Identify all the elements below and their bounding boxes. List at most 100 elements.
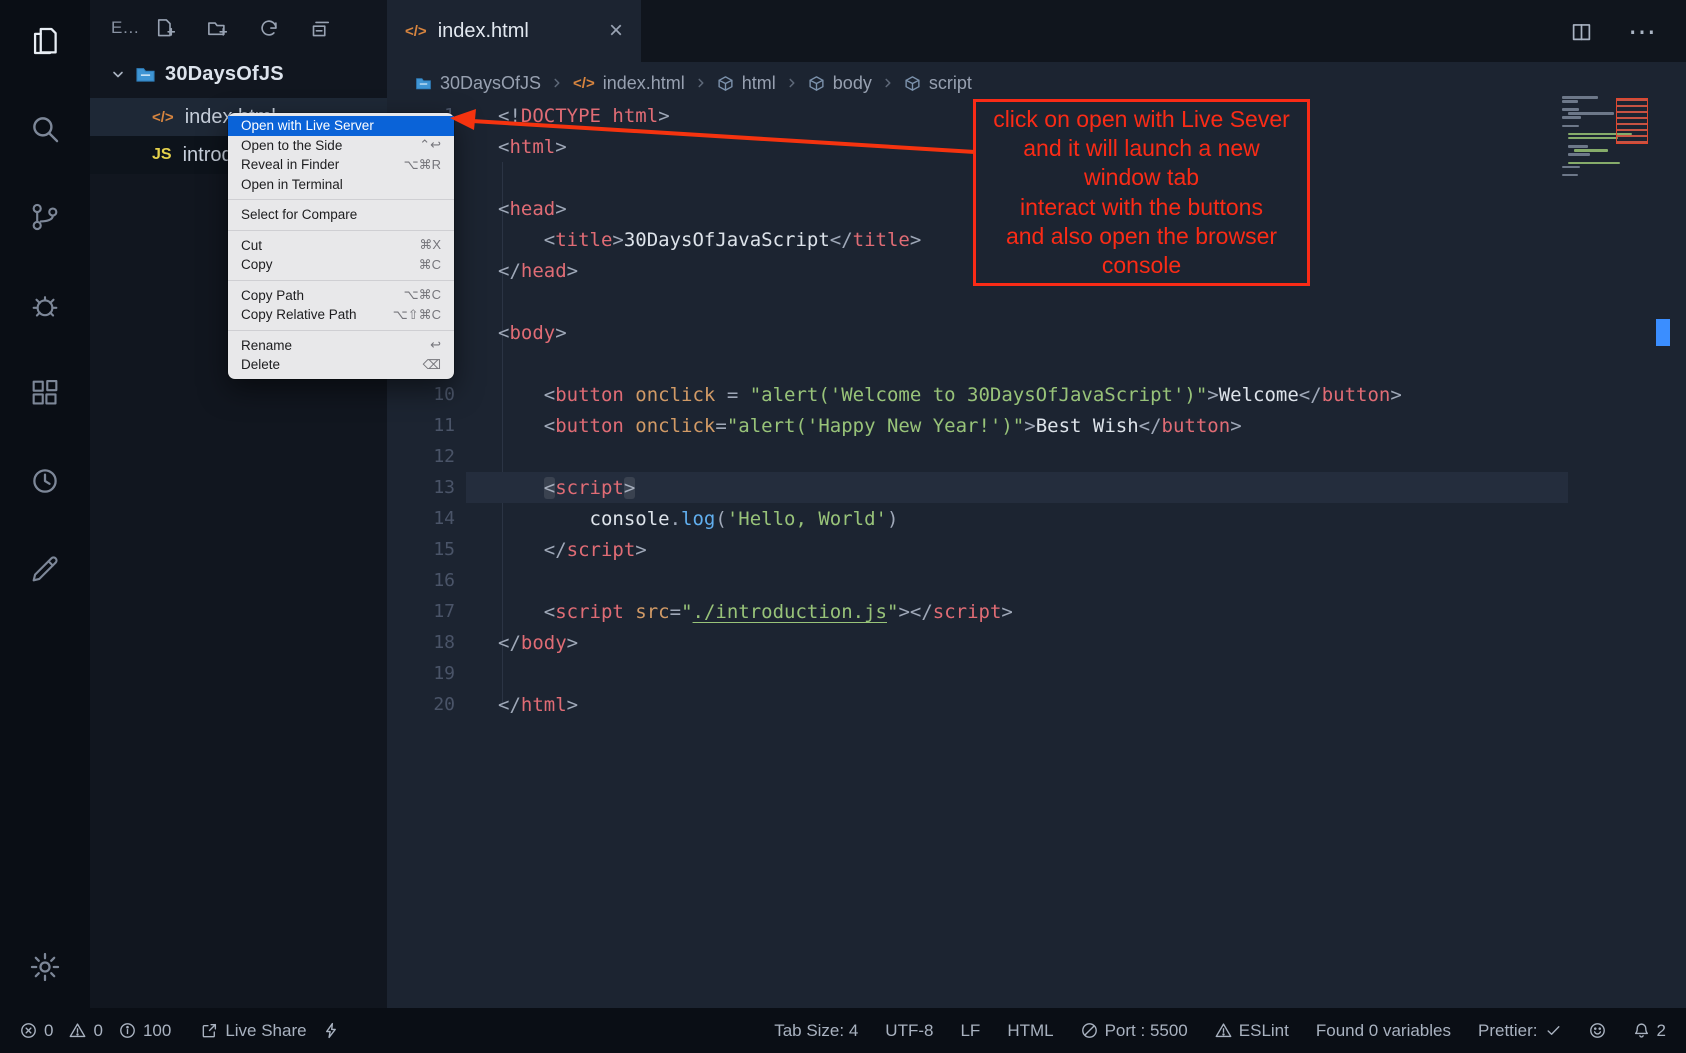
breadcrumb-item-html[interactable]: html xyxy=(717,73,776,94)
annotation-box: click on open with Live Severand it will… xyxy=(973,99,1310,286)
explorer-icon[interactable] xyxy=(28,24,62,58)
status-item-port[interactable]: Port : 5500 xyxy=(1081,1021,1188,1041)
refresh-icon[interactable] xyxy=(259,18,279,38)
pen-icon[interactable] xyxy=(28,552,62,586)
tree-root-30daysofjs[interactable]: 30DaysOfJS xyxy=(90,56,387,92)
status-item-liveshare[interactable]: Live Share xyxy=(201,1021,306,1041)
activity-bar xyxy=(0,0,90,1008)
menu-item[interactable]: Reveal in Finder⌥⌘R xyxy=(228,155,454,175)
status-item[interactable]: Tab Size: 4 xyxy=(774,1021,858,1041)
more-actions-icon[interactable]: ⋯ xyxy=(1628,15,1658,48)
status-item[interactable]: LF xyxy=(960,1021,980,1041)
scrollbar-marker[interactable] xyxy=(1656,319,1670,346)
line-number: 14 xyxy=(387,508,455,529)
html-file-icon: </> xyxy=(152,109,174,126)
extensions-icon[interactable] xyxy=(28,376,62,410)
sidebar-actions xyxy=(155,18,331,38)
html-file-icon: </> xyxy=(573,75,595,92)
code-line[interactable]: 9 xyxy=(387,348,1686,379)
status-item-smiley[interactable] xyxy=(1589,1022,1606,1039)
root-folder-label: 30DaysOfJS xyxy=(165,63,284,86)
symbol-cube-icon xyxy=(717,75,734,92)
js-file-icon: JS xyxy=(152,146,172,164)
menu-item[interactable]: Delete⌫ xyxy=(228,355,454,375)
menu-item[interactable]: Copy Path⌥⌘C xyxy=(228,286,454,306)
settings-gear-icon[interactable] xyxy=(28,950,62,984)
editor-actions: ⋯ xyxy=(1571,0,1686,62)
line-number: 16 xyxy=(387,570,455,591)
status-item-bolt[interactable] xyxy=(323,1022,340,1039)
breadcrumb-item-file[interactable]: </> index.html xyxy=(573,73,685,94)
menu-item[interactable]: Open with Live Server xyxy=(228,116,454,136)
code-line[interactable]: 14 console.log('Hello, World') xyxy=(387,503,1686,534)
menu-item[interactable]: Open in Terminal xyxy=(228,175,454,195)
menu-separator xyxy=(228,230,454,231)
code-line[interactable]: 20</html> xyxy=(387,689,1686,720)
liveshare-icon xyxy=(201,1022,218,1039)
code-line[interactable]: 13 <script> xyxy=(387,472,1686,503)
menu-item[interactable]: Copy Relative Path⌥⇧⌘C xyxy=(228,305,454,325)
code-line[interactable]: 8<body> xyxy=(387,317,1686,348)
line-number: 12 xyxy=(387,446,455,467)
check-icon xyxy=(1545,1022,1562,1039)
menu-item[interactable]: Copy⌘C xyxy=(228,255,454,275)
status-item-error[interactable]: 0 xyxy=(20,1021,53,1041)
code-line[interactable]: 16 xyxy=(387,565,1686,596)
collapse-all-icon[interactable] xyxy=(311,18,331,38)
status-item[interactable]: HTML xyxy=(1007,1021,1053,1041)
line-number: 18 xyxy=(387,632,455,653)
source-control-icon[interactable] xyxy=(28,200,62,234)
menu-item[interactable]: Cut⌘X xyxy=(228,236,454,256)
breadcrumb-item-body[interactable]: body xyxy=(808,73,872,94)
minimap-annotation-mark xyxy=(1616,98,1648,144)
menu-item[interactable]: Select for Compare xyxy=(228,205,454,225)
annotation-line: and it will launch a new xyxy=(978,134,1305,163)
run-debug-icon[interactable] xyxy=(28,288,62,322)
new-folder-icon[interactable] xyxy=(207,18,227,38)
code-line[interactable]: 15 </script> xyxy=(387,534,1686,565)
minimap[interactable] xyxy=(1562,96,1648,174)
new-file-icon[interactable] xyxy=(155,18,175,38)
annotation-line: console xyxy=(978,251,1305,280)
bolt-icon xyxy=(323,1022,340,1039)
status-item-warning[interactable]: ESLint xyxy=(1215,1021,1289,1041)
status-item[interactable]: UTF-8 xyxy=(885,1021,933,1041)
menu-separator xyxy=(228,280,454,281)
clock-icon[interactable] xyxy=(28,464,62,498)
menu-item[interactable]: Open to the Side⌃↩ xyxy=(228,136,454,156)
menu-separator xyxy=(228,199,454,200)
warning-icon xyxy=(69,1022,86,1039)
annotation-line: interact with the buttons xyxy=(978,193,1305,222)
breadcrumb-item-folder[interactable]: 30DaysOfJS xyxy=(415,73,541,94)
annotation-line: window tab xyxy=(978,163,1305,192)
search-icon[interactable] xyxy=(28,112,62,146)
symbol-cube-icon xyxy=(904,75,921,92)
code-line[interactable]: 11 <button onclick="alert('Happy New Yea… xyxy=(387,410,1686,441)
smiley-icon xyxy=(1589,1022,1606,1039)
symbol-cube-icon xyxy=(808,75,825,92)
status-item-info[interactable]: 100 xyxy=(119,1021,171,1041)
line-number: 10 xyxy=(387,384,455,405)
code-line[interactable]: 12 xyxy=(387,441,1686,472)
split-editor-icon[interactable] xyxy=(1571,21,1592,42)
chevron-right-icon xyxy=(785,76,799,90)
tab-label: index.html xyxy=(438,20,529,43)
sidebar-header: E… xyxy=(90,0,387,56)
code-line[interactable]: 19 xyxy=(387,658,1686,689)
status-item[interactable]: Prettier: xyxy=(1478,1021,1562,1041)
vscode-window: E… 30DaysOfJS </> index.html JS introduc… xyxy=(0,0,1686,1053)
code-line[interactable]: 10 <button onclick = "alert('Welcome to … xyxy=(387,379,1686,410)
close-icon[interactable]: × xyxy=(609,19,623,43)
menu-item[interactable]: Rename↩ xyxy=(228,336,454,356)
line-number: 20 xyxy=(387,694,455,715)
tab-index-html[interactable]: </> index.html × xyxy=(387,0,641,62)
status-item-warning[interactable]: 0 xyxy=(69,1021,102,1041)
code-line[interactable]: 18</body> xyxy=(387,627,1686,658)
chevron-right-icon xyxy=(881,76,895,90)
code-line[interactable]: 7 xyxy=(387,286,1686,317)
status-item[interactable]: Found 0 variables xyxy=(1316,1021,1451,1041)
status-item-bell[interactable]: 2 xyxy=(1633,1021,1666,1041)
port-icon xyxy=(1081,1022,1098,1039)
breadcrumb-item-script[interactable]: script xyxy=(904,73,972,94)
code-line[interactable]: 17 <script src="./introduction.js"></scr… xyxy=(387,596,1686,627)
